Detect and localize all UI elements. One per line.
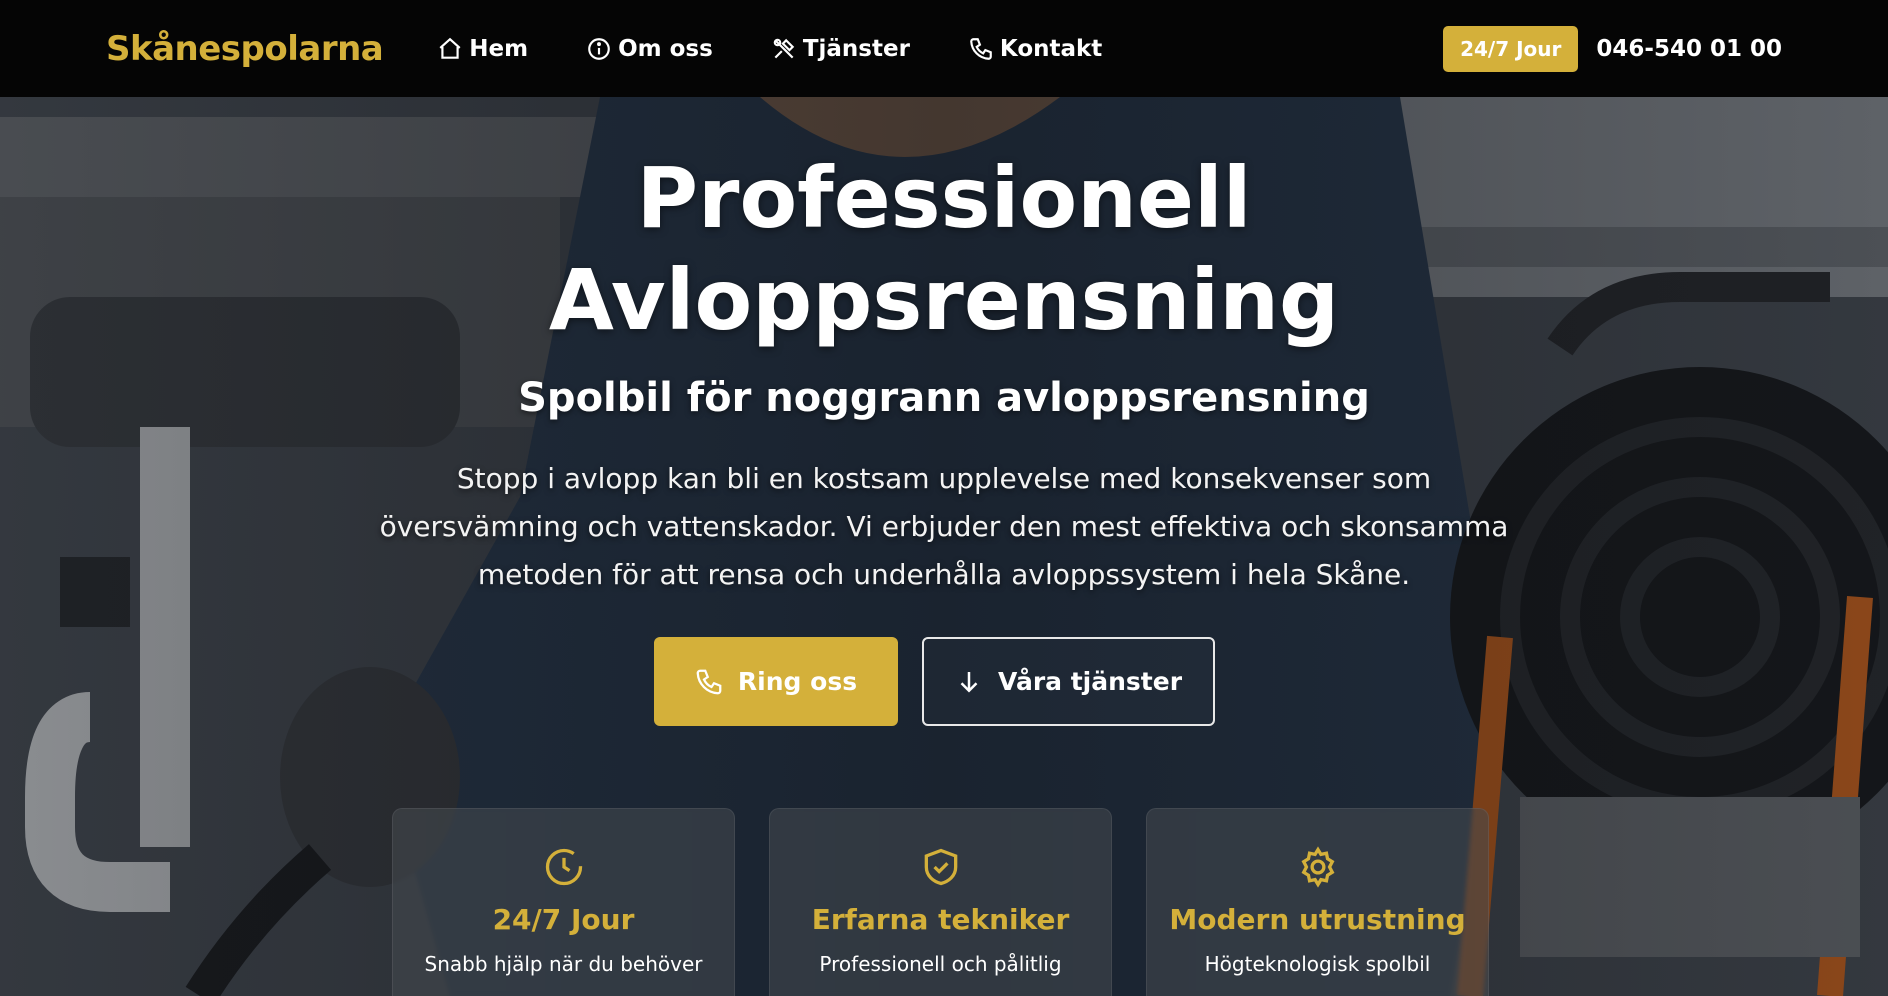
feature-text: Snabb hjälp när du behöver (424, 952, 703, 976)
feature-card-jour: 24/7 Jour Snabb hjälp när du behöver (392, 808, 735, 996)
feature-title: Modern utrustning (1169, 903, 1466, 936)
arrow-down-icon (960, 671, 978, 693)
hero-cta-group: Ring oss Våra tjänster (0, 637, 1888, 726)
nav-item-hem[interactable]: Hem (437, 36, 528, 62)
home-icon (439, 37, 461, 59)
nav-label: Kontakt (999, 35, 1103, 62)
call-us-button[interactable]: Ring oss (653, 637, 898, 726)
our-services-button[interactable]: Våra tjänster (921, 637, 1215, 726)
feature-card-utrustning: Modern utrustning Högteknologisk spolbil (1146, 808, 1489, 996)
phone-icon (970, 37, 992, 60)
hero-content: Professionell Avloppsrensning Spolbil fö… (0, 97, 1888, 726)
feature-cards: 24/7 Jour Snabb hjälp när du behöver Erf… (392, 808, 1489, 996)
nav-item-om-oss[interactable]: Om oss (586, 36, 713, 62)
feature-text: Professionell och pålitlig (819, 952, 1062, 976)
nav-item-kontakt[interactable]: Kontakt (968, 36, 1102, 62)
hero-title-line2: Avloppsrensning (548, 251, 1340, 349)
hero-description: Stopp i avlopp kan bli en kostsam upplev… (379, 462, 1509, 591)
hero-subtitle: Spolbil för noggrann avloppsrensning (518, 375, 1370, 421)
nav-label: Om oss (618, 35, 713, 62)
clock-icon (545, 848, 582, 886)
hero-section: Professionell Avloppsrensning Spolbil fö… (0, 97, 1888, 996)
hero-title: Professionell Avloppsrensning (0, 147, 1888, 351)
nav-item-tjanster[interactable]: Tjänster (771, 36, 910, 62)
brand-logo[interactable]: Skånespolarna (106, 29, 384, 69)
hero-title-line1: Professionell (636, 149, 1252, 247)
nav-label: Tjänster (802, 35, 910, 62)
feature-title: 24/7 Jour (492, 903, 635, 936)
feature-card-tekniker: Erfarna tekniker Professionell och pålit… (769, 808, 1112, 996)
phone-icon (696, 669, 722, 694)
feature-text: Högteknologisk spolbil (1204, 952, 1431, 976)
header-contact: 24/7 Jour 046-540 01 00 (1443, 25, 1782, 72)
info-icon (588, 37, 610, 60)
main-nav: Hem Om oss Tjänster Kontakt (437, 36, 1102, 62)
call-us-label: Ring oss (737, 667, 858, 696)
feature-title: Erfarna tekniker (811, 903, 1070, 936)
shield-check-icon (924, 848, 957, 886)
nav-label: Hem (469, 35, 529, 62)
gear-icon (1301, 846, 1334, 888)
header-phone-link[interactable]: 046-540 01 00 (1596, 36, 1782, 62)
jour-badge: 24/7 Jour (1443, 25, 1579, 72)
tools-icon (773, 38, 795, 58)
top-navigation: Skånespolarna Hem Om oss Tjänster Kontak… (0, 0, 1888, 97)
our-services-label: Våra tjänster (997, 667, 1183, 696)
